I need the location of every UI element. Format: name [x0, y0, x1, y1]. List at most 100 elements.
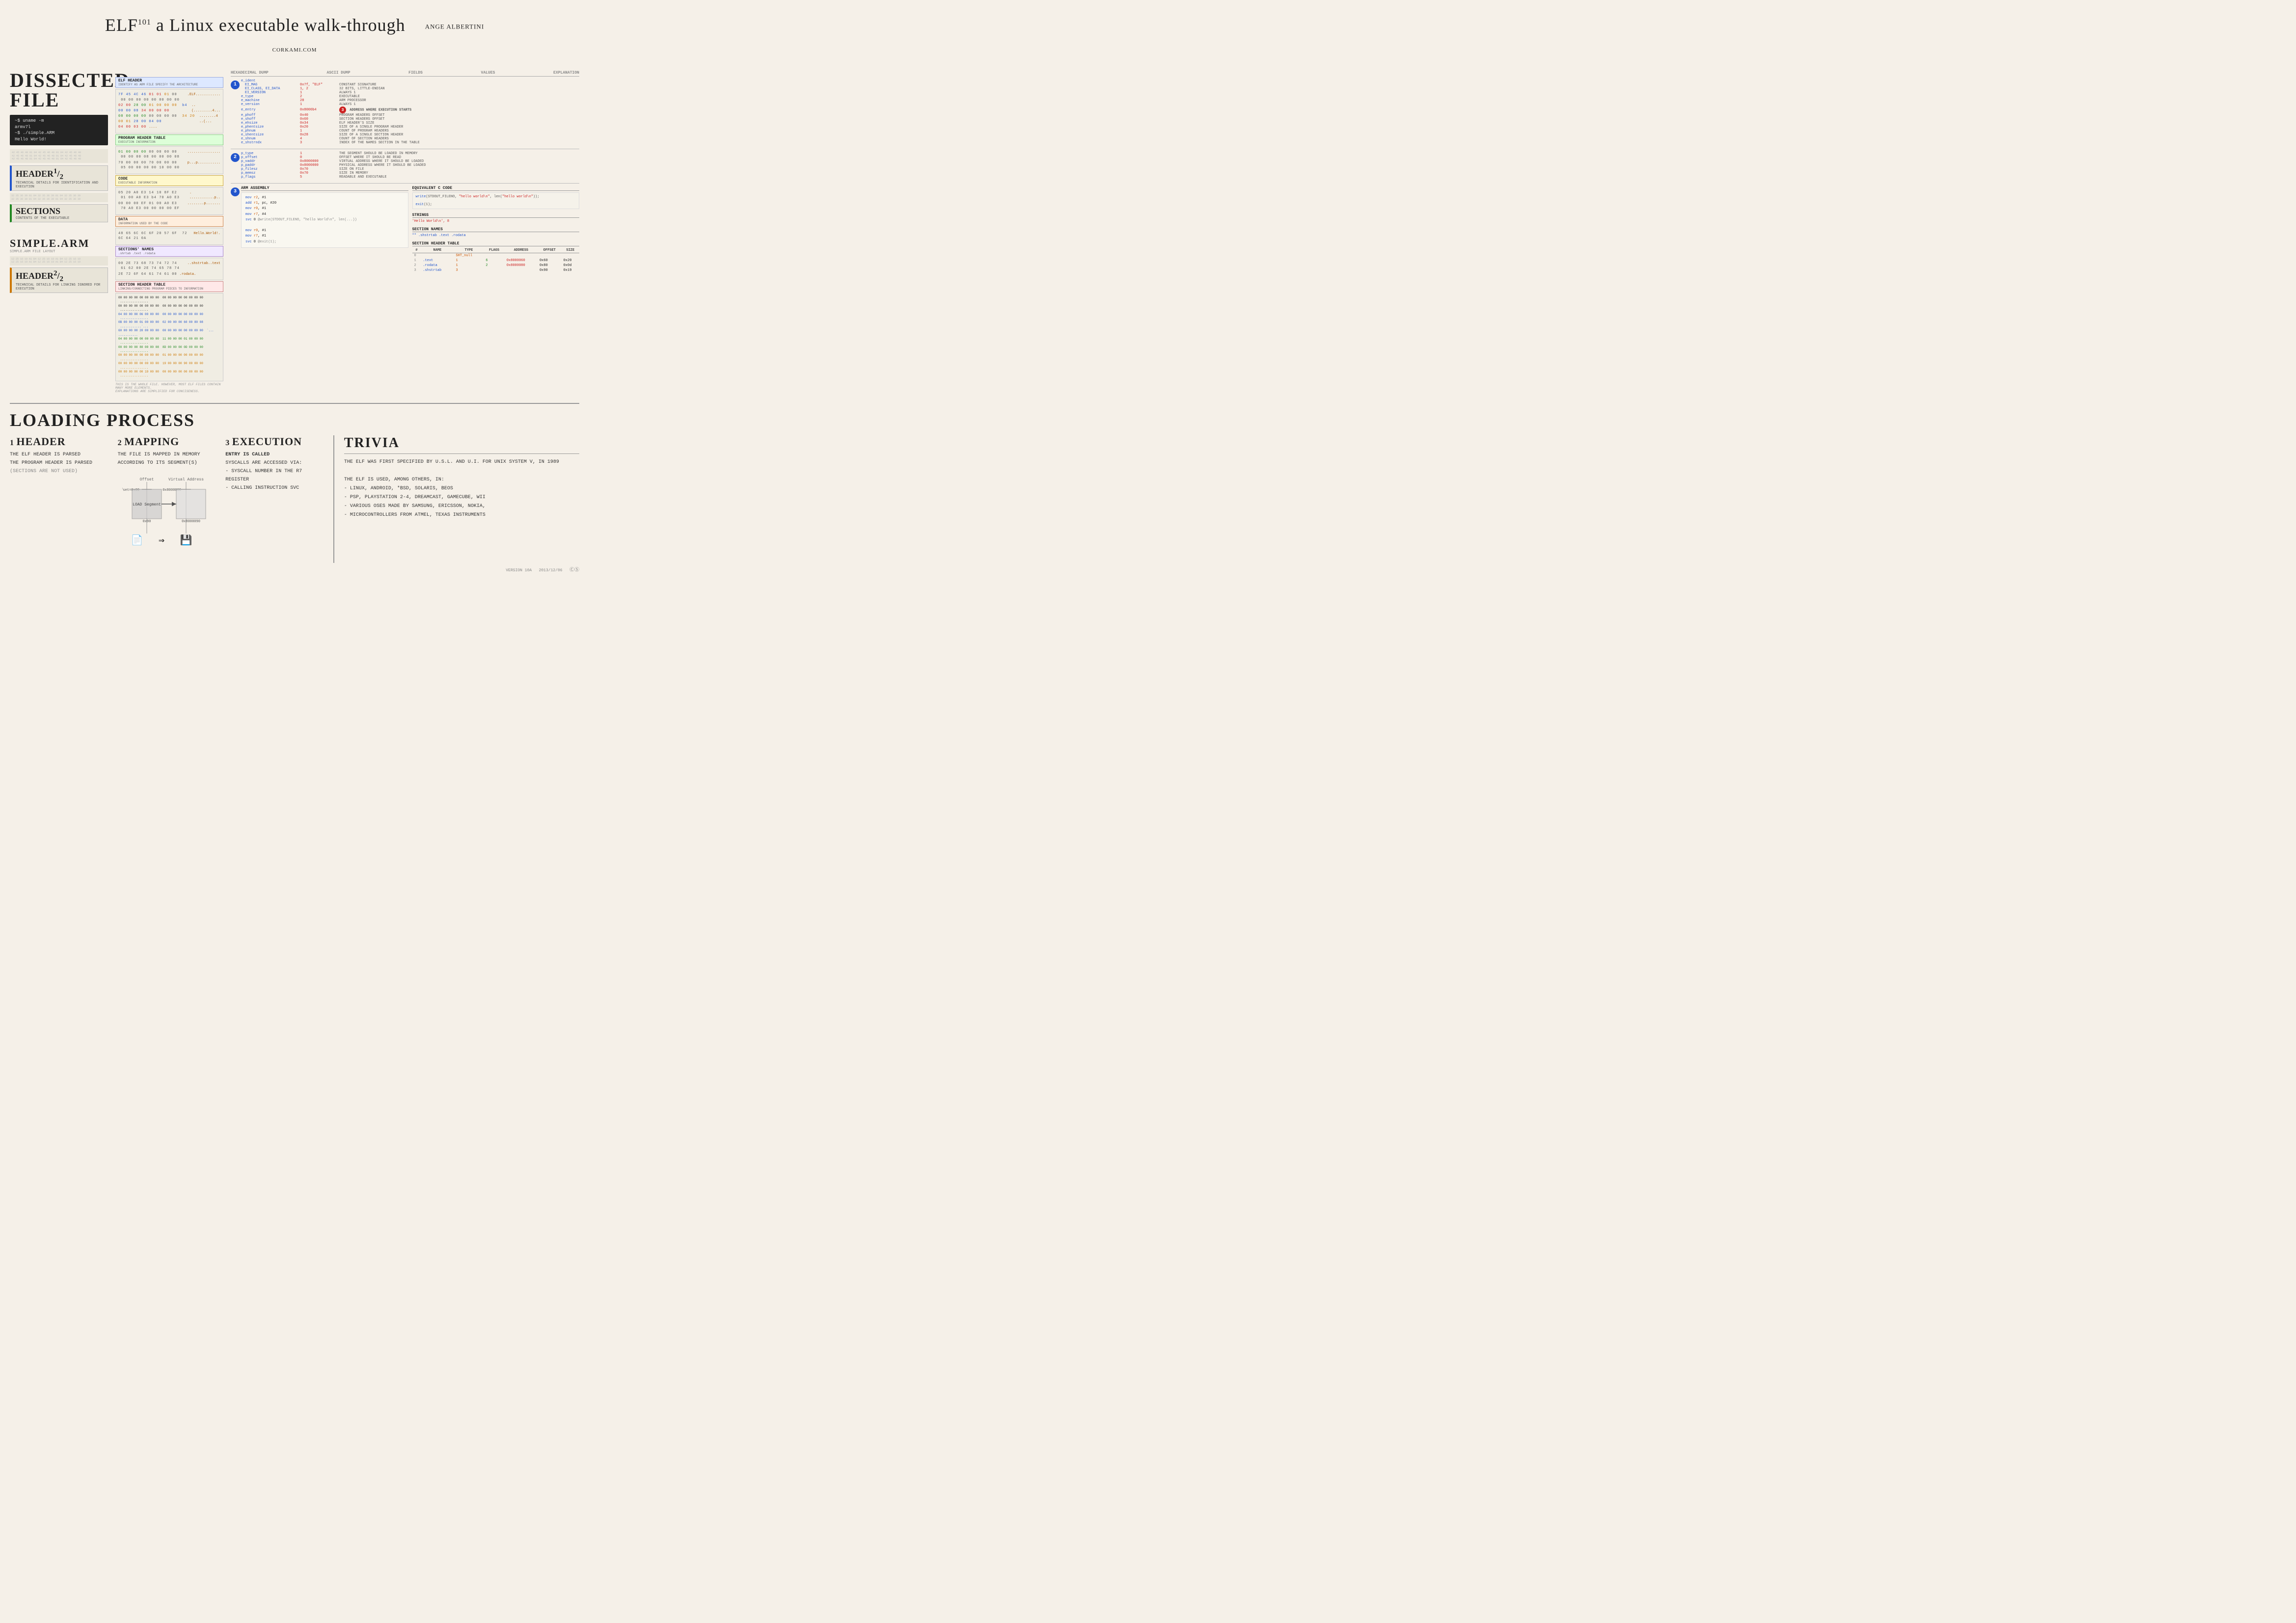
trivia-title: TRIVIA: [344, 435, 579, 454]
sht-hex-10: 00 00 00 00 00 19 00 00 00 00 00 00 00 0…: [118, 370, 220, 378]
step1-body: THE ELF HEADER IS PARSED THE PROGRAM HEA…: [10, 451, 108, 476]
field-name-eiclass: EI_CLASS, EI_DATA: [241, 87, 300, 91]
mem-icon: 💾: [180, 534, 192, 547]
sht-hex-2: 00 00 00 00 00 00 00 00 00 00 00 00 00 0…: [118, 304, 220, 313]
file-size-label: 0x90: [143, 520, 151, 524]
sht-name-3: .shstrtab: [421, 268, 454, 273]
step3-item-3: - SYSCALL NUMBER IN THE R7 REGISTER: [225, 467, 324, 484]
code-sub: EXECUTABLE INFORMATION: [118, 181, 220, 185]
sht-col-flags: FLAGS: [484, 248, 504, 253]
hex-area-code: 05 20 A0 E3 14 10 8F E2 01 00 A0 E3 b4 7…: [115, 187, 223, 215]
field-name-eshoff: e_shoff: [241, 117, 300, 121]
pfield-ptype: p_type 1 THE SEGMENT SHOULD BE LOADED IN…: [241, 152, 579, 156]
hex-line-3: 08 00 00 00 00 00 00 00 34 20 00 01 28 0…: [118, 114, 220, 124]
header-half-box: HEADER1/2 TECHNICAL DETAILS FOR IDENTIFI…: [10, 165, 108, 191]
hex-data-bytes-1: 48 65 6C 6C 6F 20 57 6F 72 6C 64 21 0A: [118, 231, 191, 241]
asm-line-1: mov r2, #1: [245, 195, 404, 201]
field-val-ephnum: 1: [300, 129, 339, 133]
field-val-ephoff: 0x40: [300, 113, 339, 117]
sht-col-name: NAME: [421, 248, 454, 253]
field-name-eehsize: e_ehsize: [241, 121, 300, 125]
field-name-eident: e_ident: [241, 79, 300, 83]
sections-box: SECTIONS CONTENTS OF THE EXECUTABLE: [10, 204, 108, 222]
circle-3: 3: [231, 187, 240, 196]
hex-code-2: 00 00 00 EF 01 00 A0 E3 70 A0 E3 00 00 0…: [118, 201, 220, 212]
sht-idx-2: 2: [412, 263, 421, 268]
header1-subtitle: TECHNICAL DETAILS FOR IDENTIFICATION AND…: [16, 181, 104, 189]
elf-text: ELF: [105, 15, 138, 35]
asm-line-3: mov r0, #1: [245, 206, 404, 212]
field-val-eiversion: 1: [300, 91, 339, 95]
hex-sn-bytes-1: 00 2E 73 68 73 74 72 74 61 62 00 2E 74 6…: [118, 261, 185, 271]
site-name: CORKAMI.COM: [272, 47, 317, 53]
sht-data-table: # NAME TYPE FLAGS ADDRESS OFFSET SIZE: [412, 248, 580, 273]
pht-fields-section: 2 p_type 1 THE SEGMENT SHOULD BE LOADED …: [231, 152, 579, 179]
sht-flags-0: [484, 253, 504, 259]
sections-title: SECTIONS: [16, 206, 104, 216]
pfield-exp-ptype: THE SEGMENT SHOULD BE LOADED IN MEMORY: [339, 152, 579, 156]
terminal-line-2: armv7l: [15, 124, 103, 131]
asm-line-8: svc 0 @exit(1);: [245, 239, 404, 245]
vaddr-label: Virtual Address: [168, 478, 204, 482]
asm-line-4: mov r7, #4: [245, 212, 404, 217]
cc-icon: ⒸⓈ: [569, 568, 579, 573]
field-row-eiversion: EI_VERSION 1 ALWAYS 1: [241, 91, 579, 95]
field-exp-eentry: 3 ADDRESS WHERE EXECUTION STARTS: [339, 106, 579, 113]
arrow-icon: ⇒: [159, 535, 164, 547]
field-row-eiclass: EI_CLASS, EI_DATA 1, 2 32 BITS, LITTLE-E…: [241, 87, 579, 91]
hex-data-ascii-1: Hello.World!.: [193, 231, 220, 241]
pfield-val-pmemsz: 0x70: [300, 171, 339, 175]
step3-item-2: SYSCALLS are ACCESSED VIA:: [225, 459, 324, 467]
step3-item-1: ENTRY IS CALLED: [225, 451, 324, 459]
terminal-box: ~$ uname -m armv7l ~$ ./simple.ARM Hello…: [10, 115, 108, 145]
hex-ascii-1: .ELF............: [188, 92, 220, 103]
elf-fields-section: 1 e_ident EI_MAG 0x7f, "ELF" CONSTANT SI…: [231, 79, 579, 145]
sht-hex-5: 60 00 00 00 20 00 00 00 00 00 00 00 00 0…: [118, 329, 220, 337]
field-row-eshoff: e_shoff 0x60 SECTION HEADERS OFFSET: [241, 117, 579, 121]
hex-sn-ascii-2: .rodata.: [180, 272, 196, 277]
loading-step-3: 3 EXECUTION ENTRY IS CALLED SYSCALLS are…: [225, 435, 324, 563]
sht-hex-6: 04 00 00 00 00 00 00 00 11 00 00 00 01 0…: [118, 337, 220, 346]
field-row-ephoff: e_phoff 0x40 PROGRAM HEADERS OFFSET: [241, 113, 579, 117]
simple-arm-label: SIMPLE.ARM: [10, 237, 108, 250]
pfield-exp-pfilesz: SIZE ON FILE: [339, 167, 579, 171]
step1-item-3: (SECTIONS ARE NOT USED): [10, 467, 108, 476]
pfield-pflags: p_flags 5 READABLE AND EXECUTABLE: [241, 175, 579, 179]
header2-box: HEADER2/2 TECHNICAL DETAILS FOR LINKING …: [10, 267, 108, 293]
elf-header-sub: IDENTIFY AS ARM FILE SPECIFY THE ARCHITE…: [118, 83, 220, 86]
offset-label: Offset: [140, 478, 154, 482]
field-name-emachine: e_machine: [241, 99, 300, 103]
pfield-val-ppaddr: 0x8000000: [300, 163, 339, 167]
field-exp-ephnum: COUNT OF PROGRAM HEADERS: [339, 129, 579, 133]
step3-heading: 3 EXECUTION: [225, 435, 324, 448]
elf-fields-table: e_ident EI_MAG 0x7f, "ELF" CONSTANT SIGN…: [241, 79, 579, 145]
secnames-text: SECTIONS' NAMES: [118, 247, 154, 252]
field-exp-eimag: CONSTANT SIGNATURE: [339, 83, 579, 87]
sht-flags-1: 6: [484, 258, 504, 263]
asm-section: 3 ARM ASSEMBLY mov r2, #1 add r1, pc, #2…: [231, 186, 579, 273]
hex-header: HEXADECIMAL DUMP: [231, 71, 269, 75]
field-name-etype: e_type: [241, 95, 300, 99]
sht-size-1: 0x20: [562, 258, 579, 263]
section-names-value: "" .shstrtab .text .rodata: [412, 234, 580, 238]
field-exp-eshnum: COUNT OF SECTION HEADERS: [339, 137, 579, 141]
hex-bytes-2: 02 00 28 00 01 00 00 00 b4 00 00 08 34 0…: [118, 103, 189, 113]
secnames-label: SECTIONS' NAMES .shrtab .text .rodata: [115, 246, 223, 257]
version-area: VERSION 10A 2013/12/06 ⒸⓈ: [10, 565, 579, 573]
sht-offset-1: 0x60: [538, 258, 562, 263]
header2-title: HEADER2/2: [16, 269, 104, 284]
pfield-exp-pvaddr: VIRTUAL ADDRESS WHERE IT SHOULD BE LOADE…: [339, 160, 579, 163]
hex-area-pht: 01 00 00 00 00 00 00 00 00 00 00 08 00 0…: [115, 146, 223, 174]
step3-item-4: - CALLING INSTRUCTION SVC: [225, 484, 324, 492]
file-icon: 📄: [131, 534, 143, 547]
field-row-eident: e_ident: [241, 79, 579, 83]
field-row-eshnum: e_shnum 4 COUNT OF SECTION HEADERS: [241, 137, 579, 141]
sht-addr-3: [505, 268, 538, 273]
hex-ascii-3: ........4 ..(...: [199, 114, 220, 124]
pht-text: PROGRAM HEADER TABLE: [118, 136, 165, 140]
field-val-ephentsize: 0x20: [300, 125, 339, 129]
hex-ascii-2: ..(.........4...: [191, 103, 220, 113]
trivia-section: TRIVIA THE ELF WAS FIRST SPECIFIED BY U.…: [333, 435, 579, 563]
hex-pht-bytes-1: 01 00 00 00 00 00 00 00 00 00 00 08 00 0…: [118, 150, 185, 160]
hex-sn-ascii-1: ..shstrtab..text: [188, 261, 220, 271]
